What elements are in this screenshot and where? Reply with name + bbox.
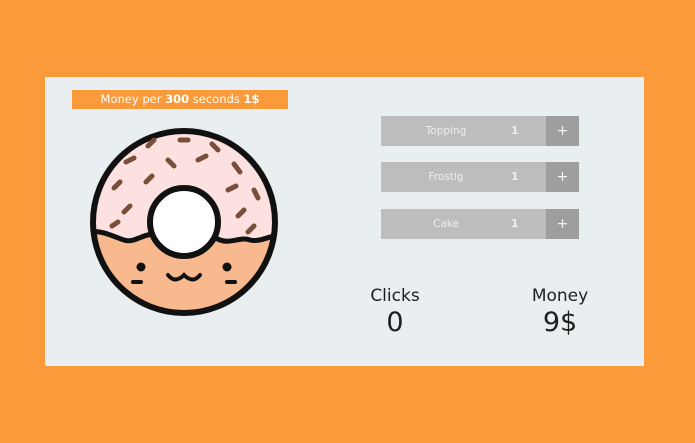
- income-interval-seconds: 300: [165, 92, 190, 106]
- clicks-value: 0: [386, 307, 404, 338]
- upgrade-row-topping: Topping 1 +: [381, 116, 579, 146]
- donut-clicker-icon[interactable]: [88, 124, 280, 324]
- upgrade-row-cake: Cake 1 +: [381, 209, 579, 239]
- money-value: 9$: [542, 307, 578, 338]
- upgrade-count: 1: [511, 124, 519, 137]
- upgrade-row-frostig: Frostig 1 +: [381, 162, 579, 192]
- money-stat: Money 9$: [510, 286, 610, 340]
- money-label: Money: [531, 286, 589, 306]
- upgrade-name: Frostig: [428, 171, 464, 183]
- income-amount: 1$: [243, 92, 260, 106]
- upgrade-count: 1: [511, 170, 519, 183]
- clicks-stat: Clicks 0: [345, 286, 445, 340]
- buy-cake-button[interactable]: +: [546, 209, 579, 239]
- upgrade-name: Topping: [425, 125, 467, 137]
- upgrade-count: 1: [511, 217, 519, 230]
- game-panel: Money per 300 seconds 1$ Topping 1 + Fro…: [45, 77, 644, 366]
- clicks-label: Clicks: [370, 286, 420, 306]
- buy-topping-button[interactable]: +: [546, 116, 579, 146]
- buy-frostig-button[interactable]: +: [546, 162, 579, 192]
- income-rate-banner: Money per 300 seconds 1$: [72, 90, 288, 109]
- upgrade-name: Cake: [433, 218, 459, 230]
